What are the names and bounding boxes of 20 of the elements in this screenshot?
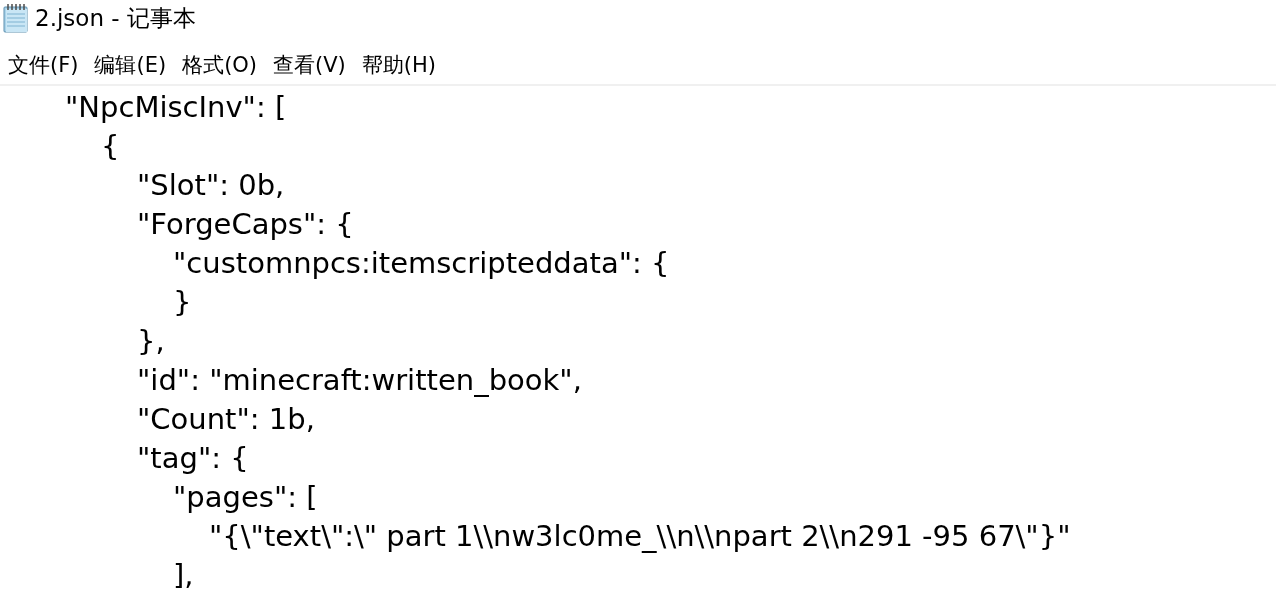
code-line: "tag": { — [137, 440, 249, 477]
menu-item[interactable]: 帮助(H) — [353, 50, 444, 80]
code-line: "NpcMiscInv": [ — [65, 89, 287, 126]
window-title: 2.json - 记事本 — [35, 4, 196, 32]
code-line: "pages": [ — [173, 479, 318, 516]
code-line: "customnpcs:itemscripteddata": { — [173, 245, 670, 282]
code-line: "Slot": 0b, — [137, 167, 285, 204]
notepad-icon — [2, 3, 30, 33]
menu-item[interactable]: 格式(O) — [174, 50, 266, 80]
menu-item[interactable]: 编辑(E) — [86, 50, 175, 80]
menu-item[interactable]: 文件(F) — [0, 50, 87, 80]
menu-item[interactable]: 查看(V) — [265, 50, 354, 80]
code-line: { — [101, 128, 120, 165]
code-line: "id": "minecraft:written_book", — [137, 362, 582, 399]
code-line: "{\"text\":\" part 1\\nw3lc0me_\\n\\npart 2\\n291 -95 67\"}" — [209, 518, 1071, 555]
code-line: "Count": 1b, — [137, 401, 315, 438]
code-line: "ForgeCaps": { — [137, 206, 354, 243]
code-line: ], — [173, 557, 194, 594]
code-line: }, — [137, 323, 165, 360]
code-line: } — [173, 284, 192, 321]
